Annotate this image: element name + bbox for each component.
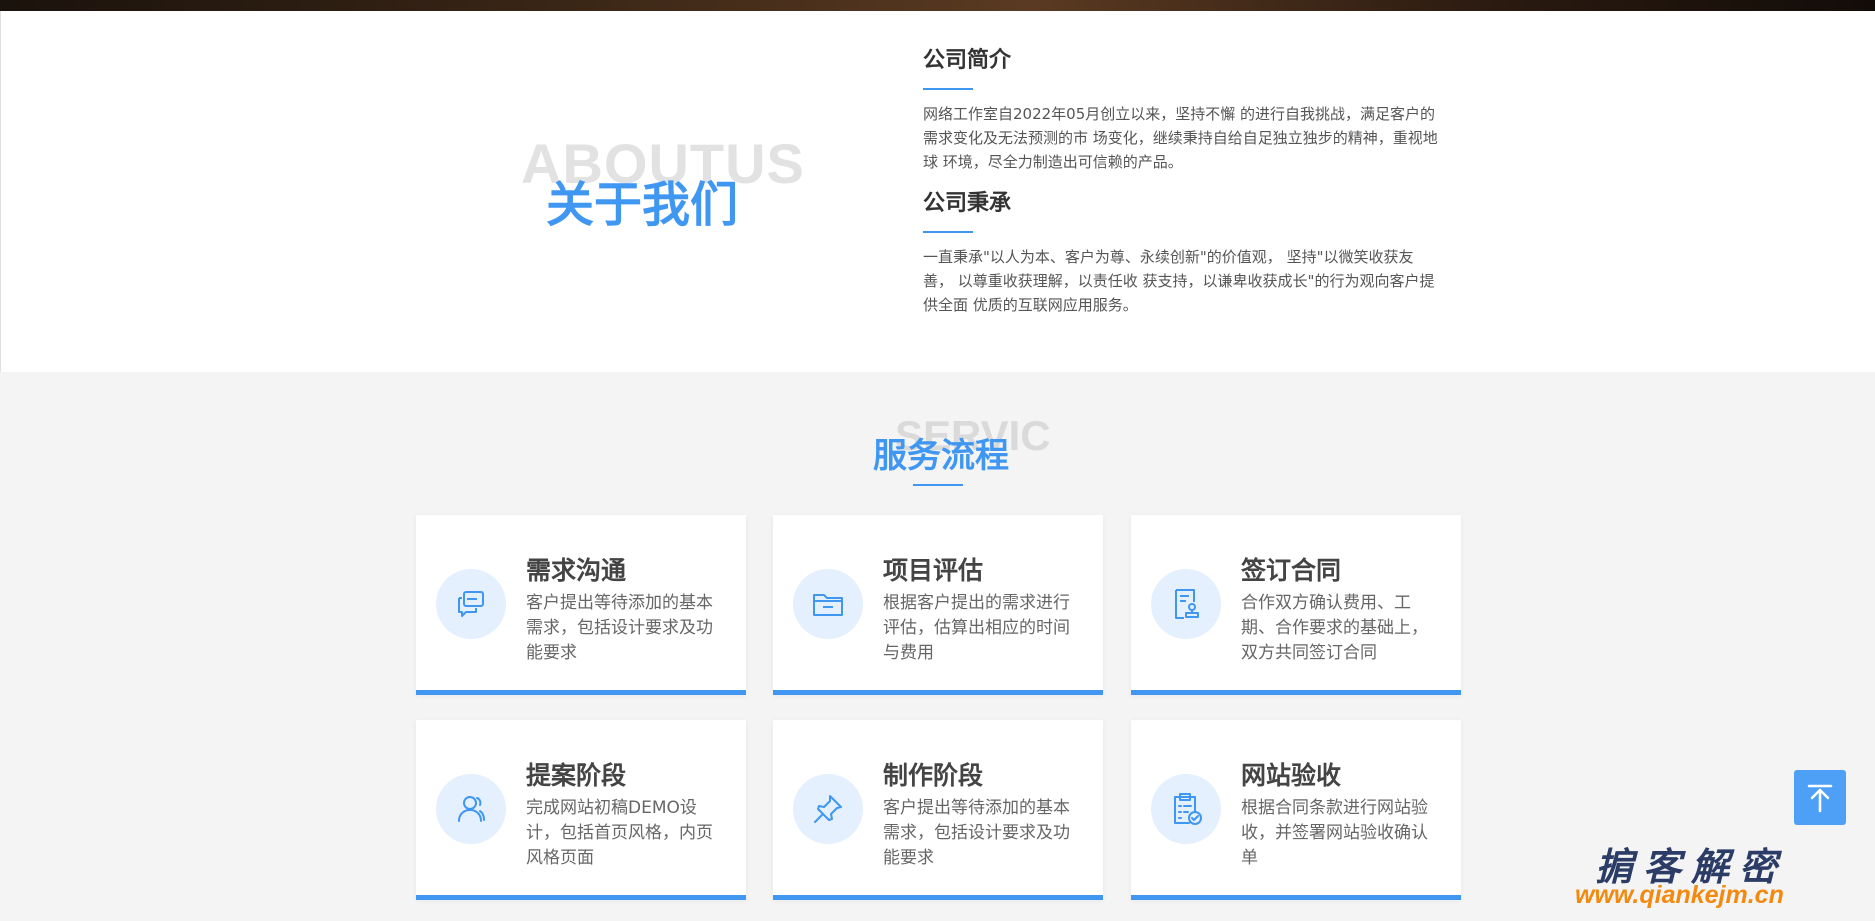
back-to-top-button[interactable] xyxy=(1794,770,1846,825)
folder-icon xyxy=(793,569,863,639)
contract-icon xyxy=(1151,569,1221,639)
company-values-title: 公司秉承 xyxy=(923,191,1012,216)
service-card-acceptance[interactable]: 网站验收 根据合同条款进行网站验收，并签署网站验收确认单 xyxy=(1131,720,1461,900)
card-title: 制作阶段 xyxy=(883,761,984,790)
company-intro-text: 网络工作室自2022年05月创立以来，坚持不懈 的进行自我挑战，满足客户的需求变… xyxy=(923,105,1438,171)
chat-icon xyxy=(436,569,506,639)
card-description: 根据合同条款进行网站验收，并签署网站验收确认单 xyxy=(1241,798,1428,868)
service-card-contract[interactable]: 签订合同 合作双方确认费用、工期、合作要求的基础上，双方共同签订合同 xyxy=(1131,515,1461,695)
service-card-requirements[interactable]: 需求沟通 客户提出等待添加的基本需求，包括设计要求及功能要求 xyxy=(416,515,746,695)
company-intro-block: 公司简介 网络工作室自2022年05月创立以来，坚持不懈 的进行自我挑战，满足客… xyxy=(923,45,1443,174)
about-section: ABOUTUS 关于我们 公司简介 网络工作室自2022年05月创立以来，坚持不… xyxy=(0,11,1875,372)
title-underline xyxy=(923,88,973,90)
watermark-url: www.qiankejm.cn xyxy=(1575,881,1784,909)
card-title: 提案阶段 xyxy=(526,761,627,790)
service-title: 服务流程 xyxy=(873,436,1009,476)
card-description: 客户提出等待添加的基本需求，包括设计要求及功能要求 xyxy=(526,593,713,663)
card-description: 完成网站初稿DEMO设计，包括首页风格，内页风格页面 xyxy=(526,798,713,868)
service-card-evaluation[interactable]: 项目评估 根据客户提出的需求进行评估，估算出相应的时间与费用 xyxy=(773,515,1103,695)
service-title-underline xyxy=(913,484,963,486)
card-title: 需求沟通 xyxy=(526,556,627,585)
users-icon xyxy=(436,774,506,844)
company-values-text: 一直秉承"以人为本、客户为尊、永续创新"的价值观， 坚持"以微笑收获友善， 以尊… xyxy=(923,248,1435,314)
service-card-proposal[interactable]: 提案阶段 完成网站初稿DEMO设计，包括首页风格，内页风格页面 xyxy=(416,720,746,900)
title-underline xyxy=(923,231,973,233)
company-values-block: 公司秉承 一直秉承"以人为本、客户为尊、永续创新"的价值观， 坚持"以微笑收获友… xyxy=(923,188,1443,317)
card-title: 项目评估 xyxy=(883,556,984,585)
card-description: 客户提出等待添加的基本需求，包括设计要求及功能要求 xyxy=(883,798,1070,868)
about-heading: ABOUTUS 关于我们 xyxy=(521,131,804,241)
company-intro-title: 公司简介 xyxy=(923,48,1012,73)
card-description: 根据客户提出的需求进行评估，估算出相应的时间与费用 xyxy=(883,593,1070,663)
card-title: 签订合同 xyxy=(1241,556,1342,585)
about-text-column: 公司简介 网络工作室自2022年05月创立以来，坚持不懈 的进行自我挑战，满足客… xyxy=(923,45,1443,317)
service-card-production[interactable]: 制作阶段 客户提出等待添加的基本需求，包括设计要求及功能要求 xyxy=(773,720,1103,900)
card-description: 合作双方确认费用、工期、合作要求的基础上，双方共同签订合同 xyxy=(1241,593,1428,663)
card-title: 网站验收 xyxy=(1241,761,1342,790)
checklist-icon xyxy=(1151,774,1221,844)
pin-icon xyxy=(793,774,863,844)
site-watermark: 掮客解密 www.qiankejm.cn xyxy=(1575,833,1875,921)
arrow-up-icon xyxy=(1807,784,1833,812)
about-title: 关于我们 xyxy=(546,177,739,233)
top-banner-strip xyxy=(0,0,1875,11)
service-heading: SERVIC 服务流程 xyxy=(0,392,1875,486)
